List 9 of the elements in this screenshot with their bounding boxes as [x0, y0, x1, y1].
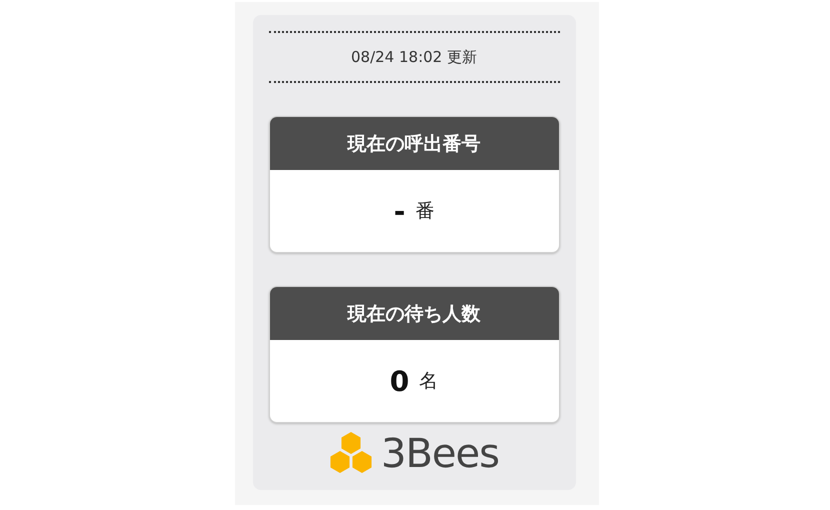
card-title: 現在の待ち人数 — [348, 302, 480, 326]
honeycomb-icon — [329, 432, 374, 476]
card-unit: 名 — [419, 369, 438, 394]
update-time: 08/24 18:02 更新 — [351, 48, 477, 66]
card-title: 現在の呼出番号 — [348, 132, 480, 156]
card-value: 0 — [390, 364, 410, 398]
card-value: - — [394, 194, 406, 228]
logo-text: 3Bees — [381, 431, 499, 477]
card-unit: 番 — [415, 199, 434, 224]
